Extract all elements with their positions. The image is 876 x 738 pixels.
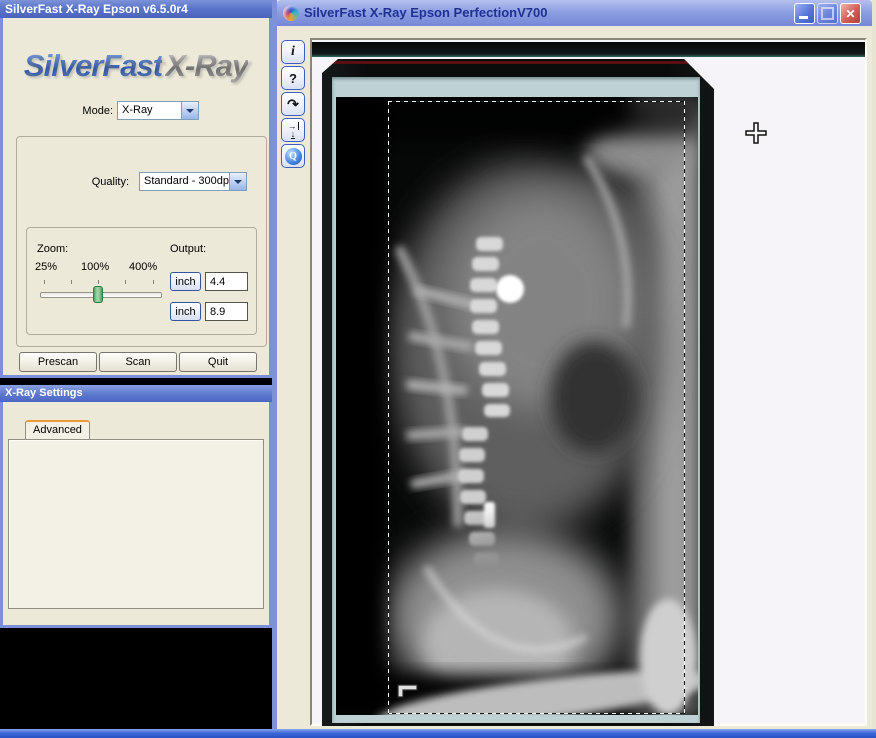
- width-unit-button[interactable]: inch: [170, 272, 201, 291]
- marquee-left: [388, 101, 389, 714]
- logo-silverfast-text: SilverFast: [24, 48, 162, 83]
- logo-xray-text: X-Ray: [165, 48, 248, 83]
- zoom-tick-25: 25%: [35, 261, 57, 273]
- screen: SilverFast X-Ray Epson PerfectionV700 ✕ …: [0, 0, 876, 738]
- scan-button[interactable]: Scan: [99, 352, 177, 372]
- tab-advanced[interactable]: Advanced: [25, 420, 90, 439]
- prescan-button[interactable]: Prescan: [19, 352, 97, 372]
- settings-window-body: Advanced Brightness (Midtone) ↩ Contrast…: [0, 402, 272, 628]
- main-window-titlebar: SilverFast X-Ray Epson v6.5.0r4: [0, 0, 272, 18]
- chevron-down-icon[interactable]: [229, 173, 246, 190]
- zoom-label: Zoom:: [37, 243, 68, 255]
- chevron-down-icon[interactable]: [181, 102, 198, 119]
- output-width-field[interactable]: [205, 272, 248, 291]
- scanner-bed-edge: [312, 42, 865, 57]
- mode-label: Mode:: [79, 105, 113, 117]
- zoom-tick-100: 100%: [81, 261, 109, 273]
- marquee-right: [684, 101, 685, 714]
- silverfast-logo-icon: [283, 5, 299, 21]
- preview-window-titlebar: SilverFast X-Ray Epson PerfectionV700 ✕: [277, 0, 872, 26]
- preview-window: SilverFast X-Ray Epson PerfectionV700 ✕ …: [272, 0, 876, 738]
- mode-select[interactable]: X-Ray: [117, 101, 199, 120]
- quicktime-icon: Q: [285, 148, 302, 165]
- zoom-slider-thumb[interactable]: [93, 286, 103, 303]
- quit-button[interactable]: Quit: [179, 352, 257, 372]
- settings-window: X-Ray Settings Advanced Brightness (Midt…: [0, 385, 272, 628]
- marquee-bottom: [388, 713, 685, 714]
- main-window-title: SilverFast X-Ray Epson v6.5.0r4: [5, 2, 188, 16]
- main-window-body: SilverFast X-Ray Mode: X-Ray Quality: St…: [0, 18, 272, 378]
- help-icon: ?: [289, 71, 297, 86]
- crosshair-cursor: [745, 122, 767, 144]
- main-window: SilverFast X-Ray Epson v6.5.0r4 SilverFa…: [0, 0, 272, 378]
- height-unit-button[interactable]: inch: [170, 302, 201, 321]
- minimize-icon: [799, 16, 808, 19]
- film-window: [332, 77, 700, 723]
- preview-canvas[interactable]: [310, 38, 867, 726]
- output-label: Output:: [170, 243, 206, 255]
- film-holder-red-edge: [322, 61, 714, 64]
- selection-marquee[interactable]: [388, 101, 685, 714]
- mode-value: X-Ray: [118, 102, 181, 119]
- zoom-tick-400: 400%: [129, 261, 157, 273]
- help-button[interactable]: ?: [281, 66, 305, 90]
- quality-value: Standard - 300dpi: [140, 173, 229, 190]
- settings-window-titlebar: X-Ray Settings: [0, 385, 272, 402]
- output-height-field[interactable]: [205, 302, 248, 321]
- maximize-icon: [821, 7, 834, 20]
- transfer-button[interactable]: → ↓: [281, 118, 305, 142]
- settings-window-title: X-Ray Settings: [5, 387, 83, 399]
- quality-label: Quality:: [61, 176, 129, 188]
- film-holder: [322, 59, 714, 726]
- silverfast-logo: SilverFast X-Ray: [3, 48, 269, 84]
- minimize-button[interactable]: [794, 3, 815, 24]
- frame-corner-icon: [396, 682, 420, 698]
- maximize-button[interactable]: [817, 3, 838, 24]
- marquee-top: [388, 101, 685, 102]
- advanced-tab-panel: [8, 439, 264, 609]
- info-button[interactable]: i: [281, 40, 305, 64]
- preview-window-title: SilverFast X-Ray Epson PerfectionV700: [304, 0, 547, 26]
- close-icon: ✕: [845, 1, 855, 27]
- info-icon: i: [291, 44, 295, 60]
- window-frame-bottom: [0, 729, 876, 738]
- quality-select[interactable]: Standard - 300dpi: [139, 172, 247, 191]
- rotate-icon: ↷: [287, 96, 299, 113]
- close-button[interactable]: ✕: [840, 3, 861, 24]
- quicktime-button[interactable]: Q: [281, 144, 305, 168]
- rotate-button[interactable]: ↷: [281, 92, 305, 116]
